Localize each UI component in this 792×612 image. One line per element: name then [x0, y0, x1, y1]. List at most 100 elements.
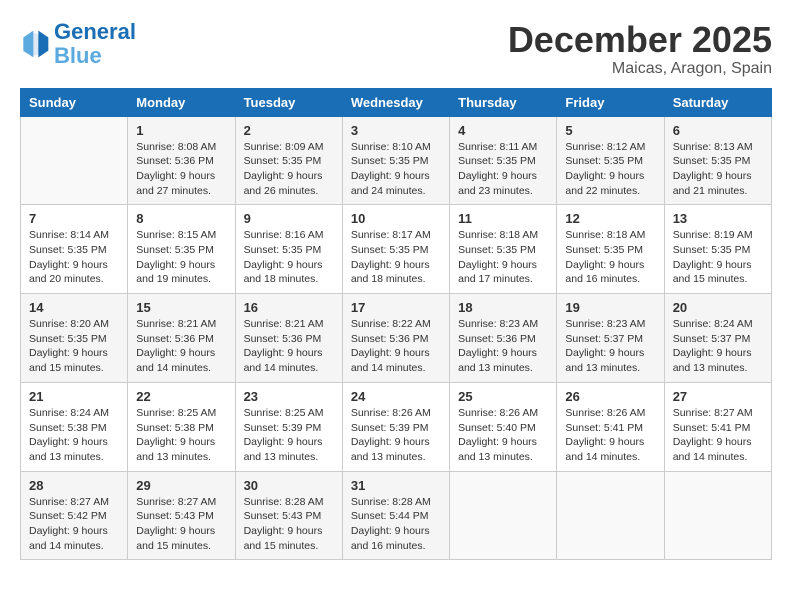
calendar-cell: 16 Sunrise: 8:21 AM Sunset: 5:36 PM Dayli… — [235, 294, 342, 383]
logo-icon — [20, 29, 50, 59]
header-day-thursday: Thursday — [450, 88, 557, 116]
calendar-cell: 17 Sunrise: 8:22 AM Sunset: 5:36 PM Dayli… — [342, 294, 449, 383]
day-info: Sunrise: 8:13 AM Sunset: 5:35 PM Dayligh… — [673, 140, 763, 199]
day-info: Sunrise: 8:14 AM Sunset: 5:35 PM Dayligh… — [29, 228, 119, 287]
calendar-cell: 26 Sunrise: 8:26 AM Sunset: 5:41 PM Dayli… — [557, 382, 664, 471]
month-title: December 2025 — [508, 20, 772, 60]
day-number: 9 — [244, 211, 334, 226]
day-number: 13 — [673, 211, 763, 226]
day-info: Sunrise: 8:21 AM Sunset: 5:36 PM Dayligh… — [136, 317, 226, 376]
calendar-cell: 10Sunrise: 8:17 AM Sunset: 5:35 PM Dayli… — [342, 205, 449, 294]
calendar-cell: 27 Sunrise: 8:27 AM Sunset: 5:41 PM Dayli… — [664, 382, 771, 471]
day-info: Sunrise: 8:27 AM Sunset: 5:43 PM Dayligh… — [136, 495, 226, 554]
day-number: 2 — [244, 123, 334, 138]
day-info: Sunrise: 8:11 AM Sunset: 5:35 PM Dayligh… — [458, 140, 548, 199]
day-number: 31 — [351, 478, 441, 493]
day-info: Sunrise: 8:26 AM Sunset: 5:39 PM Dayligh… — [351, 406, 441, 465]
day-info: Sunrise: 8:20 AM Sunset: 5:35 PM Dayligh… — [29, 317, 119, 376]
day-number: 16 — [244, 300, 334, 315]
calendar-cell: 20Sunrise: 8:24 AM Sunset: 5:37 PM Dayli… — [664, 294, 771, 383]
week-row-4: 21 Sunrise: 8:24 AM Sunset: 5:38 PM Dayli… — [21, 382, 772, 471]
day-number: 30 — [244, 478, 334, 493]
page-header: General Blue December 2025 Maicas, Arago… — [20, 20, 772, 78]
calendar-cell — [21, 116, 128, 205]
calendar-cell: 25 Sunrise: 8:26 AM Sunset: 5:40 PM Dayli… — [450, 382, 557, 471]
calendar-cell: 12 Sunrise: 8:18 AM Sunset: 5:35 PM Dayli… — [557, 205, 664, 294]
calendar-cell: 1Sunrise: 8:08 AM Sunset: 5:36 PM Daylig… — [128, 116, 235, 205]
day-info: Sunrise: 8:27 AM Sunset: 5:42 PM Dayligh… — [29, 495, 119, 554]
day-info: Sunrise: 8:18 AM Sunset: 5:35 PM Dayligh… — [458, 228, 548, 287]
day-number: 26 — [565, 389, 655, 404]
day-info: Sunrise: 8:23 AM Sunset: 5:37 PM Dayligh… — [565, 317, 655, 376]
day-number: 6 — [673, 123, 763, 138]
day-info: Sunrise: 8:28 AM Sunset: 5:43 PM Dayligh… — [244, 495, 334, 554]
calendar-cell: 4 Sunrise: 8:11 AM Sunset: 5:35 PM Daylig… — [450, 116, 557, 205]
header-day-sunday: Sunday — [21, 88, 128, 116]
calendar-cell: 11 Sunrise: 8:18 AM Sunset: 5:35 PM Dayli… — [450, 205, 557, 294]
logo: General Blue — [20, 20, 136, 68]
day-number: 25 — [458, 389, 548, 404]
day-number: 18 — [458, 300, 548, 315]
calendar-cell — [557, 471, 664, 560]
day-number: 3 — [351, 123, 441, 138]
day-info: Sunrise: 8:25 AM Sunset: 5:38 PM Dayligh… — [136, 406, 226, 465]
day-number: 22 — [136, 389, 226, 404]
calendar-cell — [450, 471, 557, 560]
day-info: Sunrise: 8:12 AM Sunset: 5:35 PM Dayligh… — [565, 140, 655, 199]
day-info: Sunrise: 8:24 AM Sunset: 5:38 PM Dayligh… — [29, 406, 119, 465]
day-number: 7 — [29, 211, 119, 226]
day-number: 29 — [136, 478, 226, 493]
day-info: Sunrise: 8:28 AM Sunset: 5:44 PM Dayligh… — [351, 495, 441, 554]
day-number: 21 — [29, 389, 119, 404]
header-day-wednesday: Wednesday — [342, 88, 449, 116]
day-number: 17 — [351, 300, 441, 315]
header-day-monday: Monday — [128, 88, 235, 116]
day-number: 23 — [244, 389, 334, 404]
day-info: Sunrise: 8:18 AM Sunset: 5:35 PM Dayligh… — [565, 228, 655, 287]
calendar-cell: 6 Sunrise: 8:13 AM Sunset: 5:35 PM Daylig… — [664, 116, 771, 205]
day-number: 14 — [29, 300, 119, 315]
day-info: Sunrise: 8:21 AM Sunset: 5:36 PM Dayligh… — [244, 317, 334, 376]
calendar-cell: 28Sunrise: 8:27 AM Sunset: 5:42 PM Dayli… — [21, 471, 128, 560]
day-number: 27 — [673, 389, 763, 404]
day-info: Sunrise: 8:27 AM Sunset: 5:41 PM Dayligh… — [673, 406, 763, 465]
day-number: 8 — [136, 211, 226, 226]
day-info: Sunrise: 8:09 AM Sunset: 5:35 PM Dayligh… — [244, 140, 334, 199]
day-number: 1 — [136, 123, 226, 138]
header-day-friday: Friday — [557, 88, 664, 116]
day-info: Sunrise: 8:26 AM Sunset: 5:41 PM Dayligh… — [565, 406, 655, 465]
calendar-cell: 5 Sunrise: 8:12 AM Sunset: 5:35 PM Daylig… — [557, 116, 664, 205]
day-info: Sunrise: 8:16 AM Sunset: 5:35 PM Dayligh… — [244, 228, 334, 287]
day-number: 19 — [565, 300, 655, 315]
calendar-cell: 3 Sunrise: 8:10 AM Sunset: 5:35 PM Daylig… — [342, 116, 449, 205]
calendar-cell: 30 Sunrise: 8:28 AM Sunset: 5:43 PM Dayli… — [235, 471, 342, 560]
calendar-cell: 23 Sunrise: 8:25 AM Sunset: 5:39 PM Dayli… — [235, 382, 342, 471]
calendar-cell: 29 Sunrise: 8:27 AM Sunset: 5:43 PM Dayli… — [128, 471, 235, 560]
calendar-cell: 24 Sunrise: 8:26 AM Sunset: 5:39 PM Dayli… — [342, 382, 449, 471]
week-row-1: 1Sunrise: 8:08 AM Sunset: 5:36 PM Daylig… — [21, 116, 772, 205]
calendar-cell: 15 Sunrise: 8:21 AM Sunset: 5:36 PM Dayli… — [128, 294, 235, 383]
day-number: 15 — [136, 300, 226, 315]
day-info: Sunrise: 8:22 AM Sunset: 5:36 PM Dayligh… — [351, 317, 441, 376]
title-block: December 2025 Maicas, Aragon, Spain — [508, 20, 772, 78]
day-info: Sunrise: 8:19 AM Sunset: 5:35 PM Dayligh… — [673, 228, 763, 287]
header-day-saturday: Saturday — [664, 88, 771, 116]
day-info: Sunrise: 8:26 AM Sunset: 5:40 PM Dayligh… — [458, 406, 548, 465]
day-number: 5 — [565, 123, 655, 138]
calendar-cell — [664, 471, 771, 560]
day-info: Sunrise: 8:25 AM Sunset: 5:39 PM Dayligh… — [244, 406, 334, 465]
week-row-3: 14 Sunrise: 8:20 AM Sunset: 5:35 PM Dayli… — [21, 294, 772, 383]
calendar-cell: 18Sunrise: 8:23 AM Sunset: 5:36 PM Dayli… — [450, 294, 557, 383]
day-number: 4 — [458, 123, 548, 138]
day-info: Sunrise: 8:10 AM Sunset: 5:35 PM Dayligh… — [351, 140, 441, 199]
week-row-2: 7 Sunrise: 8:14 AM Sunset: 5:35 PM Daylig… — [21, 205, 772, 294]
location: Maicas, Aragon, Spain — [508, 60, 772, 78]
calendar-cell: 22 Sunrise: 8:25 AM Sunset: 5:38 PM Dayli… — [128, 382, 235, 471]
calendar-cell: 2 Sunrise: 8:09 AM Sunset: 5:35 PM Daylig… — [235, 116, 342, 205]
calendar-cell: 9 Sunrise: 8:16 AM Sunset: 5:35 PM Daylig… — [235, 205, 342, 294]
day-info: Sunrise: 8:15 AM Sunset: 5:35 PM Dayligh… — [136, 228, 226, 287]
day-number: 12 — [565, 211, 655, 226]
day-number: 24 — [351, 389, 441, 404]
day-number: 11 — [458, 211, 548, 226]
calendar-table: SundayMondayTuesdayWednesdayThursdayFrid… — [20, 88, 772, 561]
